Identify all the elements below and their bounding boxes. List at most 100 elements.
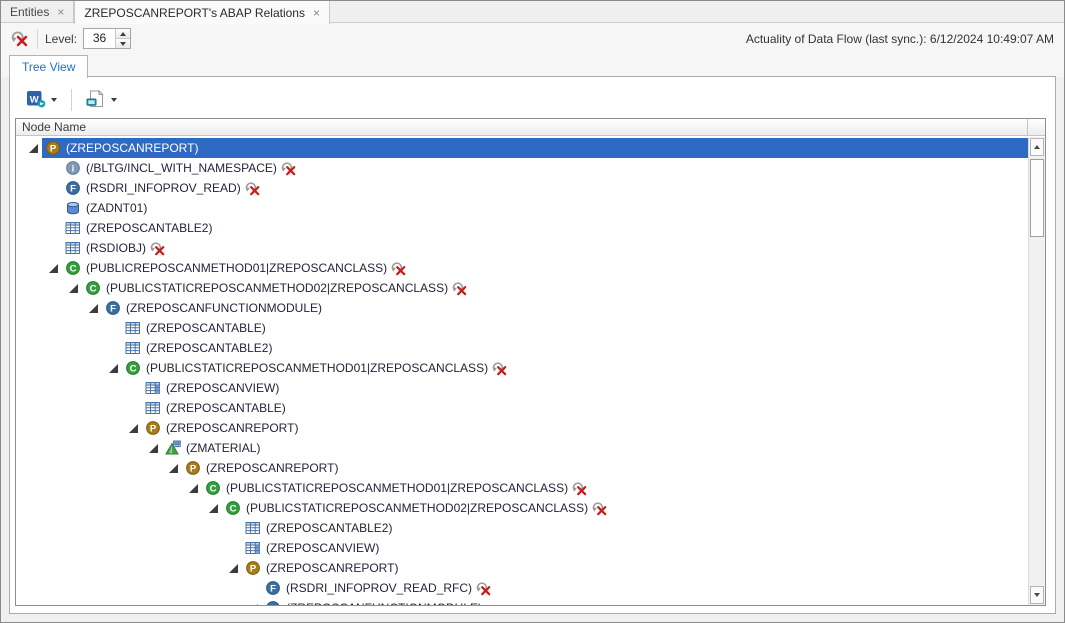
tab-label: ZREPOSCANREPORT's ABAP Relations — [84, 6, 305, 20]
tree-row[interactable]: (ZREPOSCANVIEW) — [16, 538, 1028, 558]
node-label: (PUBLICSTATICREPOSCANMETHOD02|ZREPOSCANC… — [246, 501, 588, 515]
class-icon: C — [125, 360, 141, 376]
main-toolbar: Level: 36 Actuality of Data Flow (last s… — [1, 23, 1064, 54]
column-header-label: Node Name — [22, 120, 86, 134]
tab-abap-relations[interactable]: ZREPOSCANREPORT's ABAP Relations × — [74, 1, 330, 24]
down-arrow-icon — [1034, 593, 1040, 597]
refresh-failed-icon[interactable] — [11, 30, 29, 48]
program-icon: P — [185, 460, 201, 476]
tree-row[interactable]: F(ZREPOSCANFUNCTIONMODULE) — [16, 598, 1028, 605]
tree-row[interactable]: C (PUBLICSTATICREPOSCANMETHOD02|ZREPOSCAN… — [16, 498, 1028, 518]
toolbar-separator — [37, 29, 38, 49]
content-panel: W Node Name P (ZREPOSCANREPORT) i(/BLTG/IN… — [9, 76, 1056, 614]
tree-row[interactable]: P(ZREPOSCANREPORT) — [16, 138, 1028, 158]
tab-entities[interactable]: Entities × — [1, 1, 74, 23]
close-icon[interactable]: × — [313, 7, 320, 19]
expander-icon[interactable] — [229, 560, 245, 576]
tree-row[interactable]: (ZREPOSCANTABLE) — [16, 398, 1028, 418]
refresh-failed-icon — [452, 281, 467, 296]
tree-rows: P (ZREPOSCANREPORT) i(/BLTG/INCL_WITH_NAME… — [16, 137, 1028, 605]
refresh-failed-icon — [592, 501, 607, 516]
expander-icon[interactable] — [89, 300, 105, 316]
function-icon: F — [265, 580, 281, 596]
class-icon: C — [225, 500, 241, 516]
tree-row[interactable]: (RSDIOBJ) — [16, 238, 1028, 258]
tree-toolbar: W — [22, 88, 121, 112]
chevron-down-icon[interactable] — [51, 98, 57, 102]
tree-row[interactable]: F (RSDRI_INFOPROV_READ_RFC) — [16, 578, 1028, 598]
node-label: (ZREPOSCANREPORT) — [166, 421, 298, 435]
tree-row[interactable]: P(ZREPOSCANREPORT) — [16, 458, 1028, 478]
svg-text:C: C — [90, 283, 97, 294]
tree-row[interactable]: C(PUBLICSTATICREPOSCANMETHOD01|ZREPOSCAN… — [16, 478, 1028, 498]
tree-row[interactable]: F(ZREPOSCANFUNCTIONMODULE) — [16, 298, 1028, 318]
tree-row[interactable]: C(PUBLICREPOSCANMETHOD01|ZREPOSCANCLASS) — [16, 258, 1028, 278]
toolbar-separator — [71, 89, 72, 111]
function-icon: F — [65, 180, 81, 196]
svg-text:C: C — [210, 483, 217, 494]
level-spinner[interactable]: 36 — [83, 28, 131, 49]
expander-icon[interactable] — [169, 460, 185, 476]
vertical-scrollbar[interactable] — [1028, 137, 1045, 605]
tree-row[interactable]: i(/BLTG/INCL_WITH_NAMESPACE) — [16, 158, 1028, 178]
tree-row[interactable]: (ZREPOSCANTABLE2) — [16, 218, 1028, 238]
spin-up-button[interactable] — [116, 29, 130, 38]
program-icon: P — [145, 420, 161, 436]
expander-icon[interactable] — [149, 440, 165, 456]
expander-icon[interactable] — [49, 260, 65, 276]
expander-icon[interactable] — [109, 360, 125, 376]
refresh-failed-icon — [150, 241, 165, 256]
expander-icon[interactable] — [209, 500, 225, 516]
tree-row[interactable]: C(PUBLICSTATICREPOSCANMETHOD02|ZREPOSCAN… — [16, 278, 1028, 298]
expander-icon[interactable] — [249, 600, 265, 605]
level-value[interactable]: 36 — [84, 29, 115, 48]
view-icon — [245, 540, 261, 556]
class-icon: C — [65, 260, 81, 276]
chevron-down-icon[interactable] — [111, 98, 117, 102]
scrollbar-thumb[interactable] — [1030, 159, 1044, 237]
export-word-button[interactable]: W — [22, 88, 61, 113]
expander-icon[interactable] — [69, 280, 85, 296]
node-label: (RSDIOBJ) — [86, 241, 146, 255]
refresh-failed-icon — [476, 581, 491, 596]
scroll-down-button[interactable] — [1030, 586, 1044, 604]
svg-text:P: P — [150, 423, 157, 434]
table-icon — [125, 340, 141, 356]
view-tab-strip: Tree View — [1, 54, 1064, 77]
node-label: (RSDRI_INFOPROV_READ_RFC) — [286, 581, 472, 595]
tree-row[interactable]: C(PUBLICSTATICREPOSCANMETHOD01|ZREPOSCAN… — [16, 358, 1028, 378]
tree-row[interactable]: (ZREPOSCANTABLE) — [16, 318, 1028, 338]
print-preview-button[interactable] — [82, 88, 121, 113]
refresh-failed-icon — [245, 181, 260, 196]
node-label: (ZREPOSCANREPORT) — [266, 561, 398, 575]
table-icon — [65, 240, 81, 256]
column-header-node-name[interactable]: Node Name — [16, 119, 1045, 136]
node-label: (ZREPOSCANTABLE2) — [146, 341, 272, 355]
svg-text:C: C — [70, 263, 77, 274]
level-label: Level: — [45, 32, 77, 46]
node-label: (ZADNT01) — [86, 201, 147, 215]
svg-text:P: P — [250, 563, 257, 574]
tree-row[interactable]: F(RSDRI_INFOPROV_READ) — [16, 178, 1028, 198]
close-icon[interactable]: × — [57, 6, 64, 18]
include-icon: i — [65, 160, 81, 176]
svg-text:F: F — [110, 303, 116, 314]
tree-row[interactable]: P (ZREPOSCANREPORT) — [16, 418, 1028, 438]
refresh-failed-icon — [281, 161, 296, 176]
expander-icon[interactable] — [29, 140, 45, 156]
tree-row[interactable]: (ZREPOSCANTABLE2) — [16, 338, 1028, 358]
tree-row[interactable]: (ZREPOSCANTABLE2) — [16, 518, 1028, 538]
expander-icon[interactable] — [189, 480, 205, 496]
svg-text:P: P — [190, 463, 197, 474]
tree-row[interactable]: (ZMATERIAL) — [16, 438, 1028, 458]
tab-tree-view[interactable]: Tree View — [9, 55, 88, 78]
tree-row[interactable]: (ZADNT01) — [16, 198, 1028, 218]
refresh-failed-icon — [492, 361, 507, 376]
scroll-up-button[interactable] — [1030, 138, 1044, 156]
tree-row[interactable]: (ZREPOSCANVIEW) — [16, 378, 1028, 398]
spin-down-button[interactable] — [116, 38, 130, 48]
expander-icon[interactable] — [129, 420, 145, 436]
tree-row[interactable]: P (ZREPOSCANREPORT) — [16, 558, 1028, 578]
node-label: (ZREPOSCANTABLE) — [166, 401, 286, 415]
table-icon — [65, 220, 81, 236]
